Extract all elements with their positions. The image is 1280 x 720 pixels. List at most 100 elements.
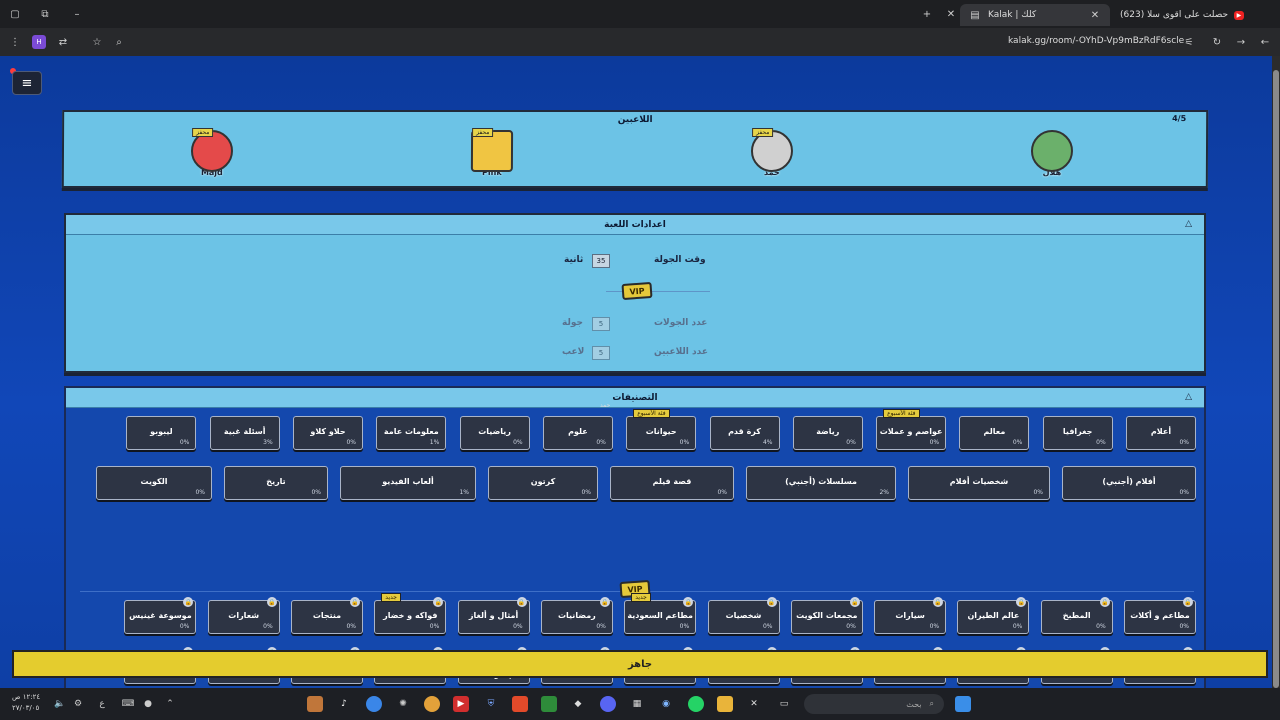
category-button[interactable]: أعلام 0% [1126, 416, 1196, 450]
category-button[interactable]: مجمعات الكويت 0% 🔒 [790, 597, 863, 634]
category-button[interactable]: مسلسلات (أجنبي) 2% [746, 466, 896, 500]
restore-icon[interactable]: ⧉ [38, 7, 52, 21]
taskbar-search[interactable]: بحث ⌕ [804, 694, 944, 714]
windows-start-icon[interactable] [955, 696, 971, 712]
chrome-active-icon[interactable] [424, 696, 440, 712]
category-button[interactable]: حلاو كلاو 0% [293, 416, 363, 450]
collapse-icon[interactable]: △ [1185, 219, 1192, 229]
category-button[interactable]: قصة فيلم 0% [610, 466, 734, 500]
category-button[interactable]: الكويت 0% [96, 466, 212, 500]
new-tab-icon[interactable]: + [920, 7, 934, 21]
avatar [1030, 130, 1074, 172]
xbox-icon[interactable] [541, 696, 557, 712]
category-button[interactable]: معالم 0% [959, 416, 1030, 450]
page-scrollbar[interactable] [1272, 56, 1280, 688]
whatsapp-icon[interactable] [688, 696, 704, 712]
category-button[interactable]: مطاعم السعودية 0% 🔒 جديد [624, 593, 697, 634]
epic-icon[interactable]: ◆ [570, 696, 586, 712]
category-button[interactable]: فواكه و خضار 0% 🔒 جديد [374, 593, 447, 634]
category-label: ألعاب الفيديو [382, 477, 434, 486]
category-button[interactable]: أفلام (أجنبي) 0% [1062, 466, 1196, 500]
category-button[interactable]: المطبخ 0% 🔒 [1040, 597, 1113, 634]
category-button[interactable]: مطاعم و أكلات 0% 🔒 [1124, 597, 1196, 634]
steam-icon[interactable]: ◉ [658, 696, 674, 712]
reload-icon[interactable]: ↻ [1210, 35, 1224, 49]
folder-icon[interactable] [717, 696, 733, 712]
lock-icon: 🔒 [266, 597, 277, 607]
settings-header[interactable]: اعدادات اللعبة △ [66, 215, 1204, 235]
category-label: مطاعم السعودية [627, 611, 694, 620]
search-icon[interactable]: ⌕ [112, 35, 126, 49]
brave-icon[interactable] [512, 696, 528, 712]
category-percent: 0% [581, 489, 591, 496]
chrome-icon[interactable] [366, 696, 382, 712]
ready-button[interactable]: جاهز [12, 650, 1268, 678]
category-button[interactable]: معلومات عامة 1% [376, 416, 447, 450]
category-button[interactable]: شخصيات أفلام 0% [908, 466, 1050, 500]
player-card[interactable]: هلال [1022, 130, 1082, 177]
category-button[interactable]: رمضانيات 0% 🔒 [540, 597, 613, 634]
player-card[interactable]: محفز Majd [182, 128, 242, 177]
media-icon[interactable]: ▶ [453, 696, 469, 712]
category-label: شخصيات [725, 611, 762, 620]
forward-icon[interactable]: → [1234, 35, 1248, 49]
category-button[interactable]: منتجات 0% 🔒 [291, 597, 363, 634]
category-label: فواكه و خضار [383, 611, 438, 620]
extensions-icon[interactable]: ⇄ [56, 35, 70, 49]
category-button[interactable]: جغرافيا 0% [1042, 416, 1113, 450]
volume-icon[interactable]: 🔈 [52, 696, 68, 712]
mic-icon[interactable]: ● [140, 696, 156, 712]
collapse-icon[interactable]: △ [1185, 392, 1192, 402]
category-button[interactable]: تاريخ 0% [224, 466, 328, 500]
window-icon[interactable]: ▢ [8, 7, 22, 21]
lock-icon: 🔒 [683, 597, 694, 607]
shield-icon[interactable]: ⛨ [483, 696, 499, 712]
player-card[interactable]: محفز Pink [462, 128, 522, 177]
scrollbar-thumb[interactable] [1273, 70, 1279, 688]
category-button[interactable]: حيوانات 0% فئة الأسبوع [626, 409, 697, 450]
tiktok-icon[interactable]: ♪ [336, 696, 352, 712]
back-icon[interactable]: ← [1258, 35, 1272, 49]
category-button[interactable]: موسوعة غينيس 0% 🔒 [124, 597, 197, 634]
task-view-icon[interactable]: ▭ [776, 696, 792, 712]
app-icon[interactable]: ✕ [746, 696, 762, 712]
chatgpt-icon[interactable]: ✺ [395, 696, 411, 712]
more-icon[interactable]: ⋮ [8, 35, 22, 49]
category-button[interactable]: رياضة 0% [792, 416, 863, 450]
app-icon[interactable] [307, 696, 323, 712]
round-time-value[interactable]: 35 [592, 254, 610, 268]
category-button[interactable]: علوم 0% [542, 416, 613, 450]
category-button[interactable]: كرة قدم 4% [709, 416, 780, 450]
tab-kalak[interactable]: ▤ Kalak | كلك ✕ [960, 4, 1110, 26]
menu-button[interactable]: ≡ [12, 71, 42, 95]
store-icon[interactable]: ▦ [629, 696, 645, 712]
profile-icon[interactable]: H [32, 35, 46, 49]
category-button[interactable]: شخصيات 0% 🔒 [707, 597, 780, 634]
tab-youtube[interactable]: (623) كيف حصلت على أقوى سلا ▶ [1112, 4, 1252, 26]
minimize-icon[interactable]: – [70, 7, 84, 21]
tray-chevron-icon[interactable]: ⌃ [162, 696, 178, 712]
category-button[interactable]: سيارات 0% 🔒 [874, 597, 947, 634]
url-field[interactable]: kalak.gg/room/-OYhD-Vp9mBzRdF6scle [1008, 36, 1184, 46]
close-tab-icon[interactable]: ✕ [944, 7, 958, 21]
tab-close-icon[interactable]: ✕ [1088, 8, 1102, 22]
category-button[interactable]: أمثال و ألغاز 0% 🔒 [457, 597, 530, 634]
clock-time: ١٢:٢٤ ص [12, 693, 41, 701]
categories-header[interactable]: التصنيفات △ [66, 388, 1204, 408]
network-icon[interactable]: ⚙ [70, 696, 86, 712]
category-button[interactable]: عواصم و عملات 0% فئة الأسبوع [876, 409, 947, 450]
language-icon[interactable]: ع [94, 696, 110, 712]
player-card[interactable]: محفز حمد [742, 128, 802, 177]
site-settings-icon[interactable]: ⚟ [1182, 35, 1196, 49]
category-button[interactable]: رياضيات 0% [459, 416, 530, 450]
keyboard-icon[interactable]: ⌨ [120, 696, 136, 712]
category-button[interactable]: ليبوبو 0% [126, 416, 197, 450]
youtube-icon: ▶ [1233, 10, 1244, 20]
category-button[interactable]: ألعاب الفيديو 1% [340, 466, 476, 500]
discord-icon[interactable] [600, 696, 616, 712]
category-button[interactable]: كرتون 0% [488, 466, 598, 500]
category-button[interactable]: أسئلة غبية 3% [209, 416, 280, 450]
bookmark-star-icon[interactable]: ☆ [90, 35, 104, 49]
category-button[interactable]: شعارات 0% 🔒 [207, 597, 280, 634]
category-button[interactable]: عالم الطيران 0% 🔒 [957, 597, 1030, 634]
